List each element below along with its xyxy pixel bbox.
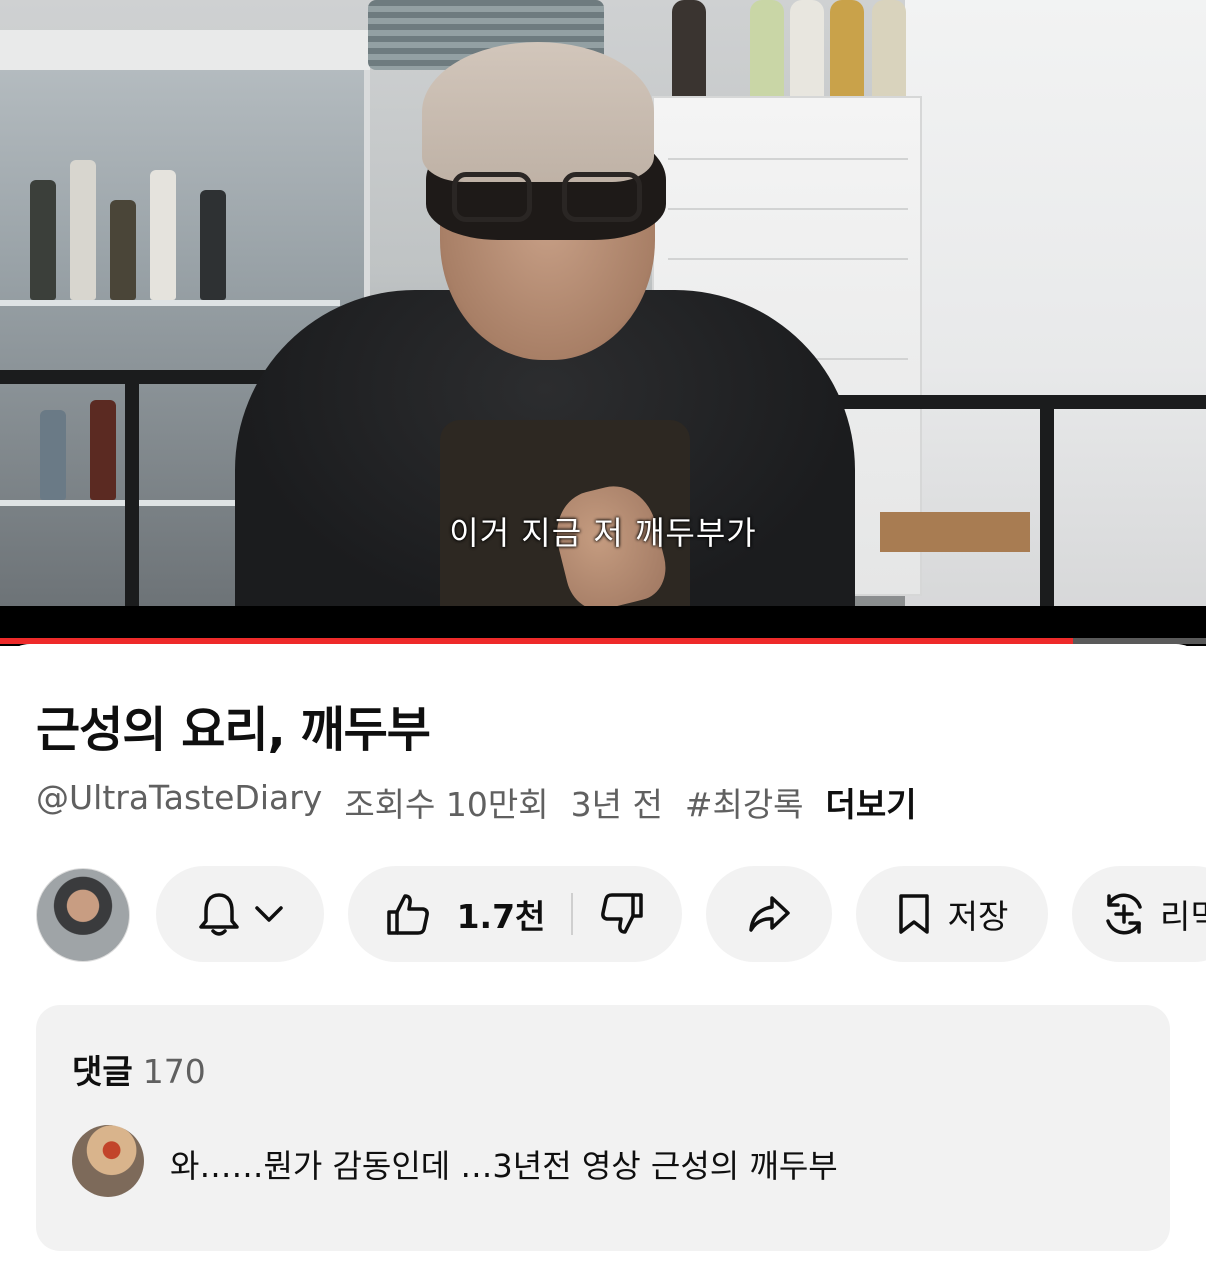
top-comment-text: 와……뭔가 감동인데 …3년전 영상 근성의 깨두부 [170,1147,838,1185]
comments-count: 170 [142,1052,206,1091]
like-count[interactable]: 1.7천 [457,890,546,938]
save-button[interactable]: 저장 [856,866,1048,962]
thumbs-up-icon[interactable] [385,892,431,936]
bell-icon [196,889,242,939]
commenter-avatar[interactable] [72,1125,144,1197]
channel-handle[interactable]: @UltraTasteDiary [36,778,322,826]
video-subtitle: 이거 지금 저 깨두부가 [449,514,757,552]
action-row: 1.7천 저장 리믹 [36,866,1206,962]
more-button[interactable]: 더보기 [826,778,917,826]
video-watch-page: 이거 지금 저 깨두부가 근성의 요리, 깨두부 @UltraTasteDiar… [0,0,1206,1283]
save-label: 저장 [947,897,1009,936]
like-dislike-group: 1.7천 [348,866,682,962]
comments-section[interactable]: 댓글 170 와……뭔가 감동인데 …3년전 영상 근성의 깨두부 [36,1005,1170,1251]
hashtag-link[interactable]: #최강록 [685,778,804,826]
chevron-down-icon [254,904,284,924]
like-divider [571,893,574,935]
bookmark-icon [896,893,932,935]
thumbs-down-icon[interactable] [599,892,645,936]
subscribe-bell-button[interactable] [156,866,324,962]
video-title: 근성의 요리, 깨두부 [36,702,431,758]
comments-header: 댓글 170 [72,1045,206,1093]
remix-label: 리믹 [1160,897,1206,936]
comments-title: 댓글 [72,1052,133,1091]
remix-button[interactable]: 리믹 [1072,866,1206,962]
share-icon [746,894,792,934]
remix-icon [1100,890,1148,938]
view-count: 조회수 10만회 [344,785,549,824]
upload-age: 3년 전 [570,785,663,824]
share-button[interactable] [706,866,832,962]
channel-avatar[interactable] [36,868,130,962]
video-player[interactable]: 이거 지금 저 깨두부가 [0,0,1206,606]
video-meta[interactable]: @UltraTasteDiary 조회수 10만회 3년 전 #최강록 더보기 [36,778,917,826]
